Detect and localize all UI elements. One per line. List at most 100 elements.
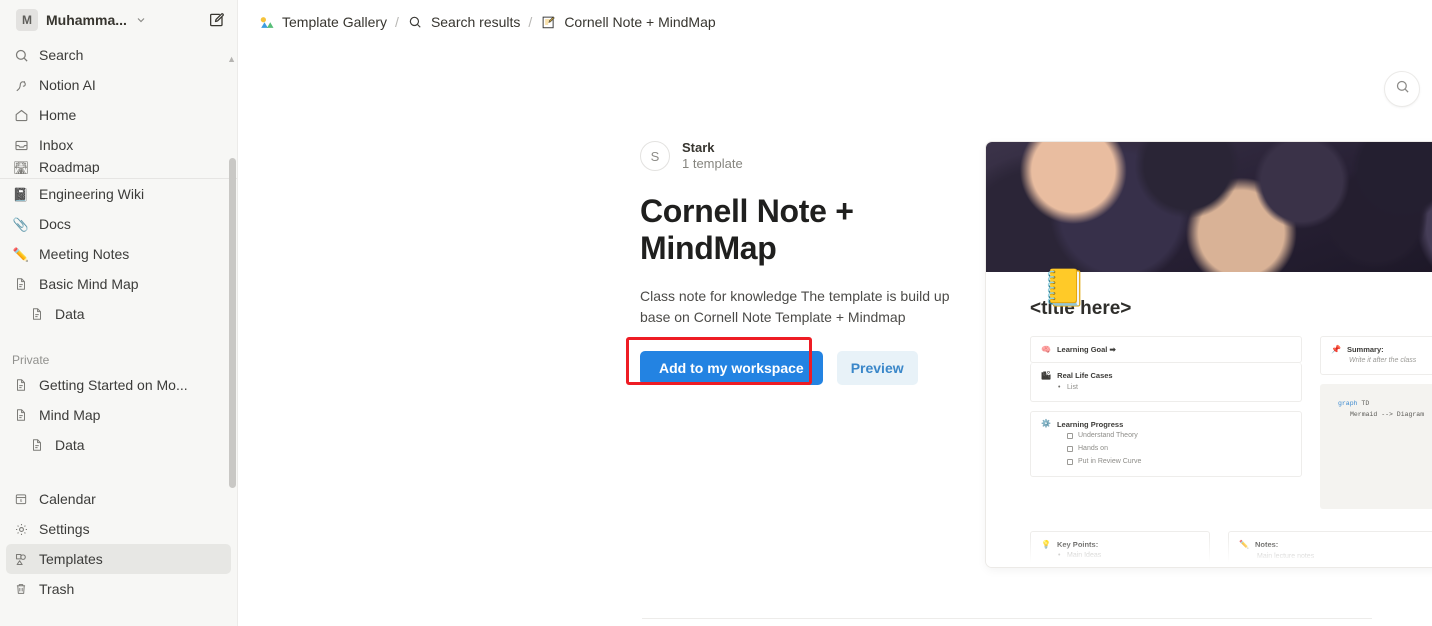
sidebar-item-label: Getting Started on Mo... xyxy=(39,377,188,393)
sidebar-item-settings[interactable]: Settings xyxy=(6,514,231,544)
sidebar-item-label: Docs xyxy=(39,216,71,232)
sidebar-item-label: Data xyxy=(55,306,85,322)
page-divider xyxy=(642,618,1372,619)
card-heading: Learning Goal ➡ xyxy=(1056,345,1116,354)
sidebar-item-data-1[interactable]: Data xyxy=(22,299,231,329)
notebook-emoji-icon: 📓 xyxy=(12,186,30,202)
sidebar-item-label: Roadmap xyxy=(39,160,100,174)
sidebar-item-trash[interactable]: Trash xyxy=(6,574,231,604)
notion-app-window: M Muhamma... Search Notion AI Home Inbox… xyxy=(0,0,1432,626)
search-icon xyxy=(12,46,30,64)
page-icon xyxy=(28,305,46,323)
author-template-count: 1 template xyxy=(682,156,743,172)
card-real-life-cases: 🏙 Real Life Cases List xyxy=(1030,363,1302,402)
city-emoji-icon: 🏙 xyxy=(1041,370,1052,380)
sidebar-item-home[interactable]: Home xyxy=(6,100,231,130)
breadcrumb-label: Search results xyxy=(430,14,521,30)
calendar-icon: 6 xyxy=(12,490,30,508)
sidebar-item-notion-ai[interactable]: Notion AI xyxy=(6,70,231,100)
mermaid-code-line-2: Mermaid --> Diagram xyxy=(1350,411,1425,419)
sidebar-item-engineering-wiki[interactable]: 📓 Engineering Wiki xyxy=(6,179,231,209)
avatar: S xyxy=(640,141,670,172)
sidebar-item-templates[interactable]: Templates xyxy=(6,544,231,574)
sidebar-item-inbox[interactable]: Inbox xyxy=(6,130,231,160)
preview-left-column: 🧠 Learning Goal ➡ 🏙 Real Life Cases List xyxy=(1030,336,1302,509)
sidebar-item-roadmap[interactable]: 🛣 Roadmap xyxy=(6,160,231,174)
sidebar-item-label: Engineering Wiki xyxy=(39,186,145,202)
breadcrumb-label: Template Gallery xyxy=(282,14,388,30)
page-emoji-icon: 📒 xyxy=(1042,267,1087,308)
sidebar: M Muhamma... Search Notion AI Home Inbox… xyxy=(0,0,238,626)
checkbox-icon[interactable] xyxy=(1067,459,1073,466)
sidebar-scrollbar-thumb[interactable] xyxy=(229,158,236,488)
sidebar-item-basic-mind-map[interactable]: Basic Mind Map xyxy=(6,269,231,299)
inbox-icon xyxy=(12,136,30,154)
sidebar-item-label: Templates xyxy=(39,551,103,567)
gear-emoji-icon: ⚙️ xyxy=(1041,419,1051,429)
card-heading: Summary: xyxy=(1346,345,1384,354)
sidebar-item-docs[interactable]: 📎 Docs xyxy=(6,209,231,239)
sidebar-item-label: Mind Map xyxy=(39,407,101,423)
sidebar-item-search[interactable]: Search xyxy=(6,40,231,70)
workspace-name: Muhamma... xyxy=(46,12,127,28)
summary-placeholder: Write it after the class xyxy=(1349,357,1417,365)
sidebar-item-meeting-notes[interactable]: ✏️ Meeting Notes xyxy=(6,239,231,269)
page-title: Cornell Note + MindMap xyxy=(640,192,854,267)
template-description: Class note for knowledge The template is… xyxy=(640,288,950,326)
card-learning-goal: 🧠 Learning Goal ➡ xyxy=(1030,336,1302,364)
mermaid-code-keyword: graph xyxy=(1338,400,1358,408)
search-icon xyxy=(1395,79,1410,99)
sidebar-item-label: Calendar xyxy=(39,491,96,507)
checkbox-icon[interactable] xyxy=(1067,446,1073,453)
mermaid-code-line-1: graph TD xyxy=(1338,398,1432,409)
template-gallery-icon xyxy=(258,14,275,31)
search-fab-button[interactable] xyxy=(1384,71,1420,107)
template-info-column: S Stark 1 template Cornell Note + MindMa… xyxy=(238,140,998,385)
breadcrumb-item-search-results[interactable]: Search results xyxy=(407,14,520,31)
sidebar-section-private: Private xyxy=(12,353,50,367)
mermaid-diagram-block: graph TD Mermaid --> Diagram Mermaid Dia… xyxy=(1320,384,1432,510)
card-heading: Learning Progress xyxy=(1056,419,1124,429)
sidebar-item-label: Notion AI xyxy=(39,77,96,93)
sidebar-item-data-2[interactable]: Data xyxy=(22,430,231,460)
action-buttons: Add to my workspace Preview xyxy=(626,336,970,385)
author-name: Stark xyxy=(682,140,715,155)
preview-right-column: 📌 Summary: Write it after the class grap… xyxy=(1320,336,1432,510)
sidebar-item-label: Data xyxy=(55,437,85,453)
breadcrumb-item-current-template[interactable]: Cornell Note + MindMap xyxy=(540,14,716,31)
sidebar-item-calendar[interactable]: 6 Calendar xyxy=(6,484,231,514)
chevron-down-icon xyxy=(135,14,147,26)
hero-image xyxy=(986,142,1432,272)
home-icon xyxy=(12,106,30,124)
sidebar-item-label: Search xyxy=(39,47,84,63)
mermaid-rendered-graph: Mermaid Diagram xyxy=(1320,432,1432,482)
author-block[interactable]: S Stark 1 template xyxy=(640,140,970,173)
checkbox-icon[interactable] xyxy=(1067,433,1073,440)
new-page-button[interactable] xyxy=(203,7,229,33)
sidebar-item-mind-map[interactable]: Mind Map xyxy=(6,400,231,430)
sidebar-item-label: Home xyxy=(39,107,77,123)
template-preview-card[interactable]: 📒 <title here> 🧠 Learning Goal ➡ 🏙 Real … xyxy=(986,142,1432,567)
sidebar-scrollbar[interactable]: ▲ xyxy=(227,40,237,626)
scroll-up-icon: ▲ xyxy=(227,54,236,64)
checkbox-item[interactable]: Put in Review Curve xyxy=(1041,456,1291,469)
checkbox-label: Understand Theory xyxy=(1078,432,1138,439)
sidebar-item-label: Basic Mind Map xyxy=(39,276,139,292)
add-to-workspace-button[interactable]: Add to my workspace xyxy=(640,350,823,385)
page-icon xyxy=(12,275,30,293)
sidebar-item-getting-started[interactable]: Getting Started on Mo... xyxy=(6,370,231,400)
preview-button[interactable]: Preview xyxy=(836,350,918,385)
breadcrumb-item-template-gallery[interactable]: Template Gallery xyxy=(258,14,387,31)
sidebar-item-label: Trash xyxy=(39,581,75,597)
preview-page-title: <title here> xyxy=(1030,298,1132,319)
list-item: List xyxy=(1041,382,1291,395)
page-icon xyxy=(28,436,46,454)
notion-ai-icon xyxy=(12,76,30,94)
checkbox-label: Put in Review Curve xyxy=(1078,457,1142,465)
templates-icon xyxy=(12,550,30,568)
card-summary: 📌 Summary: Write it after the class xyxy=(1320,336,1432,376)
checkbox-label: Hands on xyxy=(1078,444,1108,452)
checkbox-item[interactable]: Hands on xyxy=(1041,443,1291,456)
workspace-switcher[interactable]: M Muhamma... xyxy=(10,6,195,34)
checkbox-item[interactable]: Understand Theory xyxy=(1041,430,1291,443)
